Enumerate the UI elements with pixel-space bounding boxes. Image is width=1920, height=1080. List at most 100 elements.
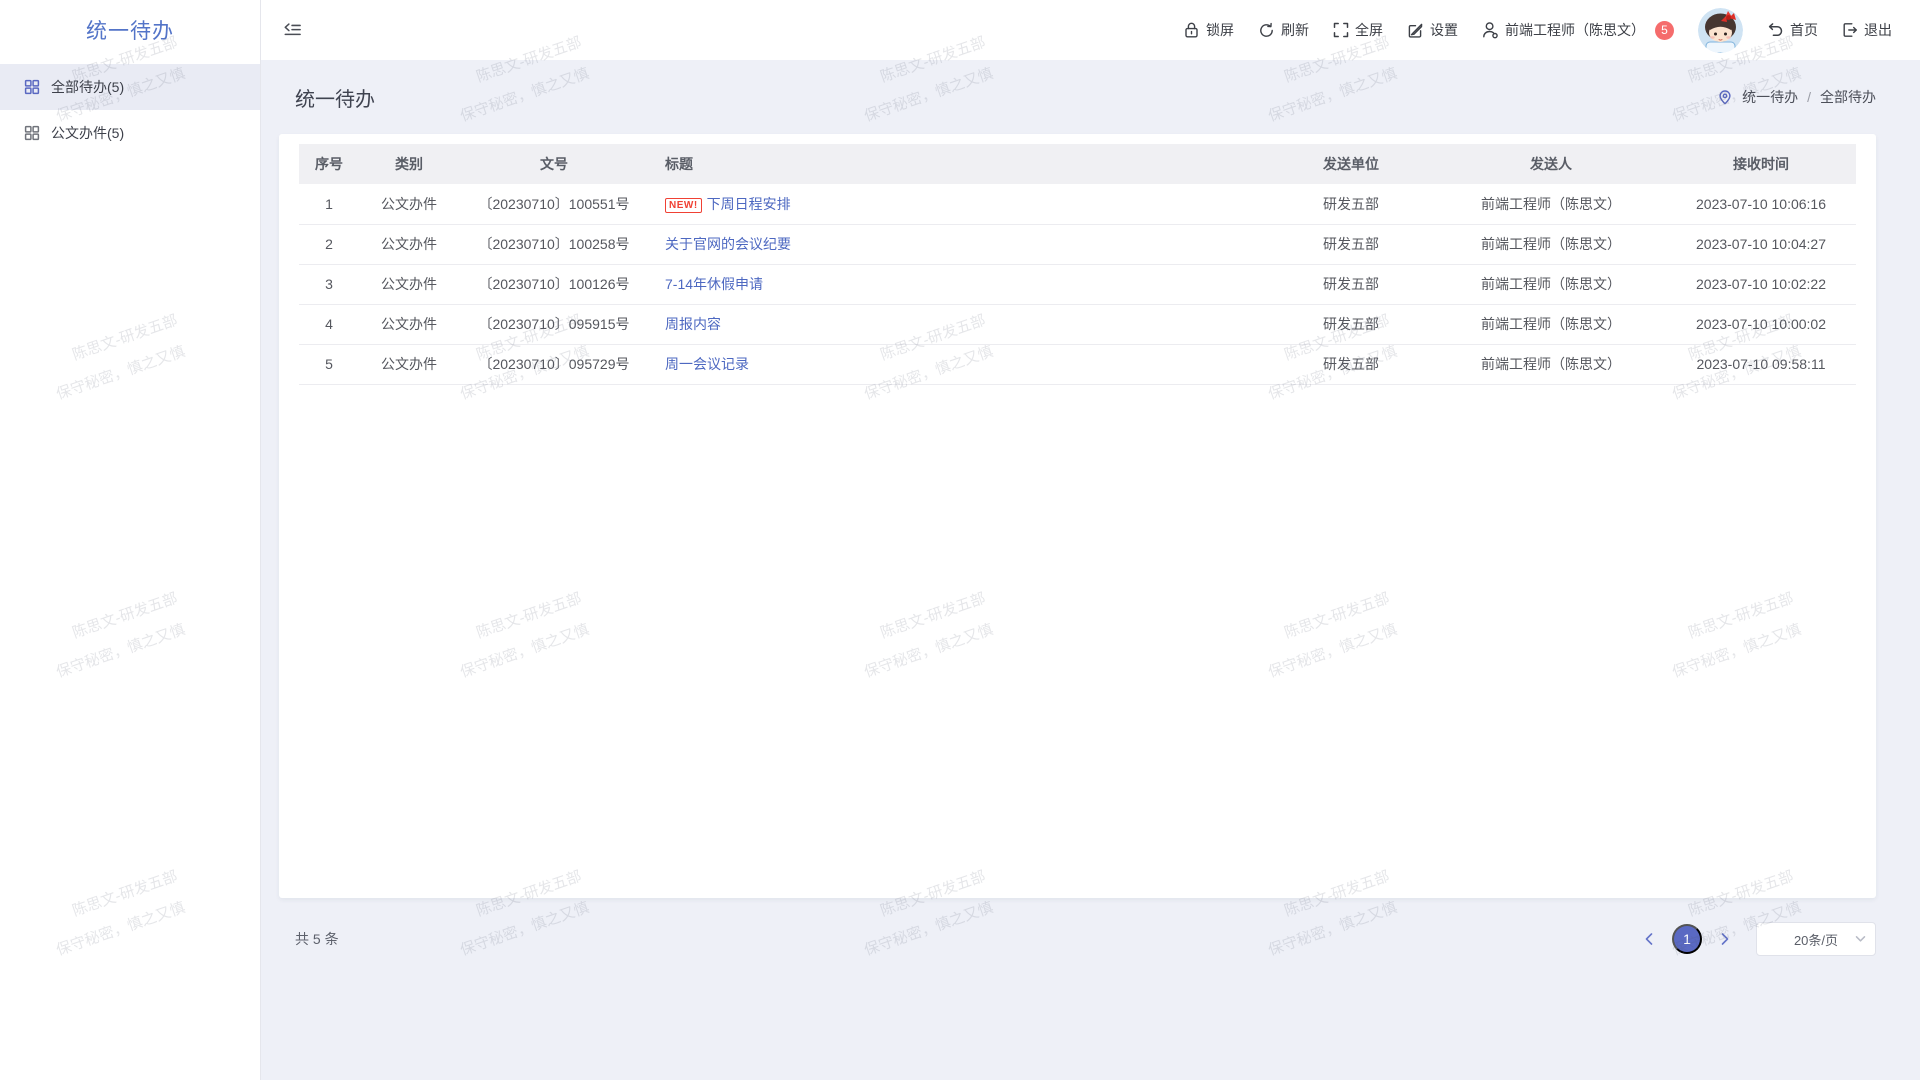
next-page-button[interactable] (1712, 926, 1738, 952)
chevron-down-icon (1855, 935, 1866, 943)
breadcrumb-separator: / (1807, 89, 1811, 105)
settings-button[interactable]: 设置 (1407, 20, 1458, 40)
pager: 1 20条/页 (1636, 922, 1876, 956)
lock-screen-button[interactable]: 锁屏 (1183, 20, 1234, 40)
page-header: 统一待办 统一待办 / 全部待办 (279, 60, 1876, 134)
cell-title: 周一会议记录 (649, 344, 1266, 384)
logout-label: 退出 (1864, 20, 1892, 40)
cell-no: 5 (299, 344, 359, 384)
refresh-label: 刷新 (1281, 20, 1309, 40)
settings-label: 设置 (1430, 20, 1458, 40)
cell-unit: 研发五部 (1266, 184, 1436, 224)
breadcrumb-item-second[interactable]: 全部待办 (1820, 87, 1876, 107)
cell-doc-no: 〔20230710〕095729号 (459, 344, 649, 384)
page-size-select[interactable]: 20条/页 (1756, 922, 1876, 956)
app-root: 统一待办 全部待办(5) 公文办件(5) (0, 0, 1920, 1080)
cell-unit: 研发五部 (1266, 264, 1436, 304)
prev-page-button[interactable] (1636, 926, 1662, 952)
cell-time: 2023-07-10 10:06:16 (1666, 184, 1856, 224)
column-header-title: 标题 (649, 144, 1266, 184)
table-row: 4公文办件〔20230710〕095915号周报内容研发五部前端工程师（陈思文）… (299, 304, 1856, 344)
cell-sender: 前端工程师（陈思文） (1436, 304, 1666, 344)
menu-fold-icon[interactable] (283, 22, 302, 38)
refresh-icon (1258, 22, 1275, 39)
settings-icon (1407, 22, 1424, 39)
cell-no: 4 (299, 304, 359, 344)
page-number-button[interactable]: 1 (1672, 924, 1702, 954)
chevron-left-icon (1643, 932, 1655, 946)
pagination-bar: 共 5 条 1 (279, 922, 1876, 956)
table-row: 3公文办件〔20230710〕100126号7-14年休假申请研发五部前端工程师… (299, 264, 1856, 304)
todo-count-badge: 5 (1655, 21, 1674, 40)
table-body: 1公文办件〔20230710〕100551号NEW!下周日程安排研发五部前端工程… (299, 184, 1856, 384)
cell-no: 3 (299, 264, 359, 304)
main-area: 锁屏 刷新 (261, 0, 1920, 1080)
home-label: 首页 (1790, 20, 1818, 40)
sidebar-item-official-docs[interactable]: 公文办件(5) (0, 110, 260, 156)
cell-title: 周报内容 (649, 304, 1266, 344)
document-title-link[interactable]: 周一会议记录 (665, 356, 749, 372)
cell-unit: 研发五部 (1266, 224, 1436, 264)
sidebar-item-all-todo[interactable]: 全部待办(5) (0, 64, 260, 110)
grid-icon (24, 125, 40, 141)
cell-unit: 研发五部 (1266, 304, 1436, 344)
column-header-time: 接收时间 (1666, 144, 1856, 184)
app-logo: 统一待办 (0, 0, 260, 60)
column-header-doc-no: 文号 (459, 144, 649, 184)
cell-category: 公文办件 (359, 304, 459, 344)
cell-no: 1 (299, 184, 359, 224)
lock-icon (1183, 21, 1200, 39)
cell-category: 公文办件 (359, 224, 459, 264)
page-size-value: 20条/页 (1794, 930, 1838, 949)
user-name-label: 前端工程师（陈思文） (1505, 20, 1645, 40)
cell-sender: 前端工程师（陈思文） (1436, 344, 1666, 384)
table-row: 1公文办件〔20230710〕100551号NEW!下周日程安排研发五部前端工程… (299, 184, 1856, 224)
column-header-no: 序号 (299, 144, 359, 184)
document-title-link[interactable]: 7-14年休假申请 (665, 276, 763, 292)
cell-category: 公文办件 (359, 184, 459, 224)
cell-no: 2 (299, 224, 359, 264)
location-pin-icon (1717, 89, 1733, 105)
content-area: 统一待办 统一待办 / 全部待办 (261, 60, 1920, 1080)
top-header: 锁屏 刷新 (261, 0, 1920, 60)
logout-button[interactable]: 退出 (1842, 20, 1892, 40)
table-row: 5公文办件〔20230710〕095729号周一会议记录 研发五部前端工程师（陈思… (299, 344, 1856, 384)
sidebar-item-label: 全部待办(5) (51, 77, 124, 97)
document-title-link[interactable]: 周报内容 (665, 316, 721, 332)
document-title-link[interactable]: 下周日程安排 (707, 196, 791, 212)
cell-category: 公文办件 (359, 264, 459, 304)
breadcrumb-item-first[interactable]: 统一待办 (1742, 87, 1798, 107)
chevron-right-icon (1719, 932, 1731, 946)
cell-doc-no: 〔20230710〕100126号 (459, 264, 649, 304)
header-actions: 锁屏 刷新 (1183, 8, 1892, 53)
user-menu[interactable]: 前端工程师（陈思文） 5 (1482, 20, 1674, 40)
column-header-unit: 发送单位 (1266, 144, 1436, 184)
logout-icon (1842, 22, 1858, 38)
home-button[interactable]: 首页 (1767, 20, 1818, 40)
cell-doc-no: 〔20230710〕100551号 (459, 184, 649, 224)
cell-sender: 前端工程师（陈思文） (1436, 184, 1666, 224)
page-title: 统一待办 (295, 83, 375, 112)
fullscreen-button[interactable]: 全屏 (1333, 20, 1383, 40)
cell-title: 7-14年休假申请 (649, 264, 1266, 304)
cell-time: 2023-07-10 10:00:02 (1666, 304, 1856, 344)
grid-icon (24, 79, 40, 95)
document-title-link[interactable]: 关于官网的会议纪要 (665, 236, 791, 252)
cell-category: 公文办件 (359, 344, 459, 384)
cell-title: NEW!下周日程安排 (649, 184, 1266, 224)
cell-unit: 研发五部 (1266, 344, 1436, 384)
fullscreen-icon (1333, 22, 1349, 38)
todo-table: 序号 类别 文号 标题 发送单位 发送人 接收时间 1公文办件〔20230710… (299, 144, 1856, 385)
todo-table-card: 序号 类别 文号 标题 发送单位 发送人 接收时间 1公文办件〔20230710… (279, 134, 1876, 898)
cell-doc-no: 〔20230710〕100258号 (459, 224, 649, 264)
sidebar-menu: 全部待办(5) 公文办件(5) (0, 60, 260, 156)
cell-time: 2023-07-10 09:58:11 (1666, 344, 1856, 384)
table-row: 2公文办件〔20230710〕100258号关于官网的会议纪要 研发五部前端工程师… (299, 224, 1856, 264)
sidebar: 统一待办 全部待办(5) 公文办件(5) (0, 0, 261, 1080)
cell-time: 2023-07-10 10:04:27 (1666, 224, 1856, 264)
cell-title: 关于官网的会议纪要 (649, 224, 1266, 264)
cell-sender: 前端工程师（陈思文） (1436, 224, 1666, 264)
refresh-button[interactable]: 刷新 (1258, 20, 1309, 40)
cell-time: 2023-07-10 10:02:22 (1666, 264, 1856, 304)
avatar[interactable] (1698, 8, 1743, 53)
